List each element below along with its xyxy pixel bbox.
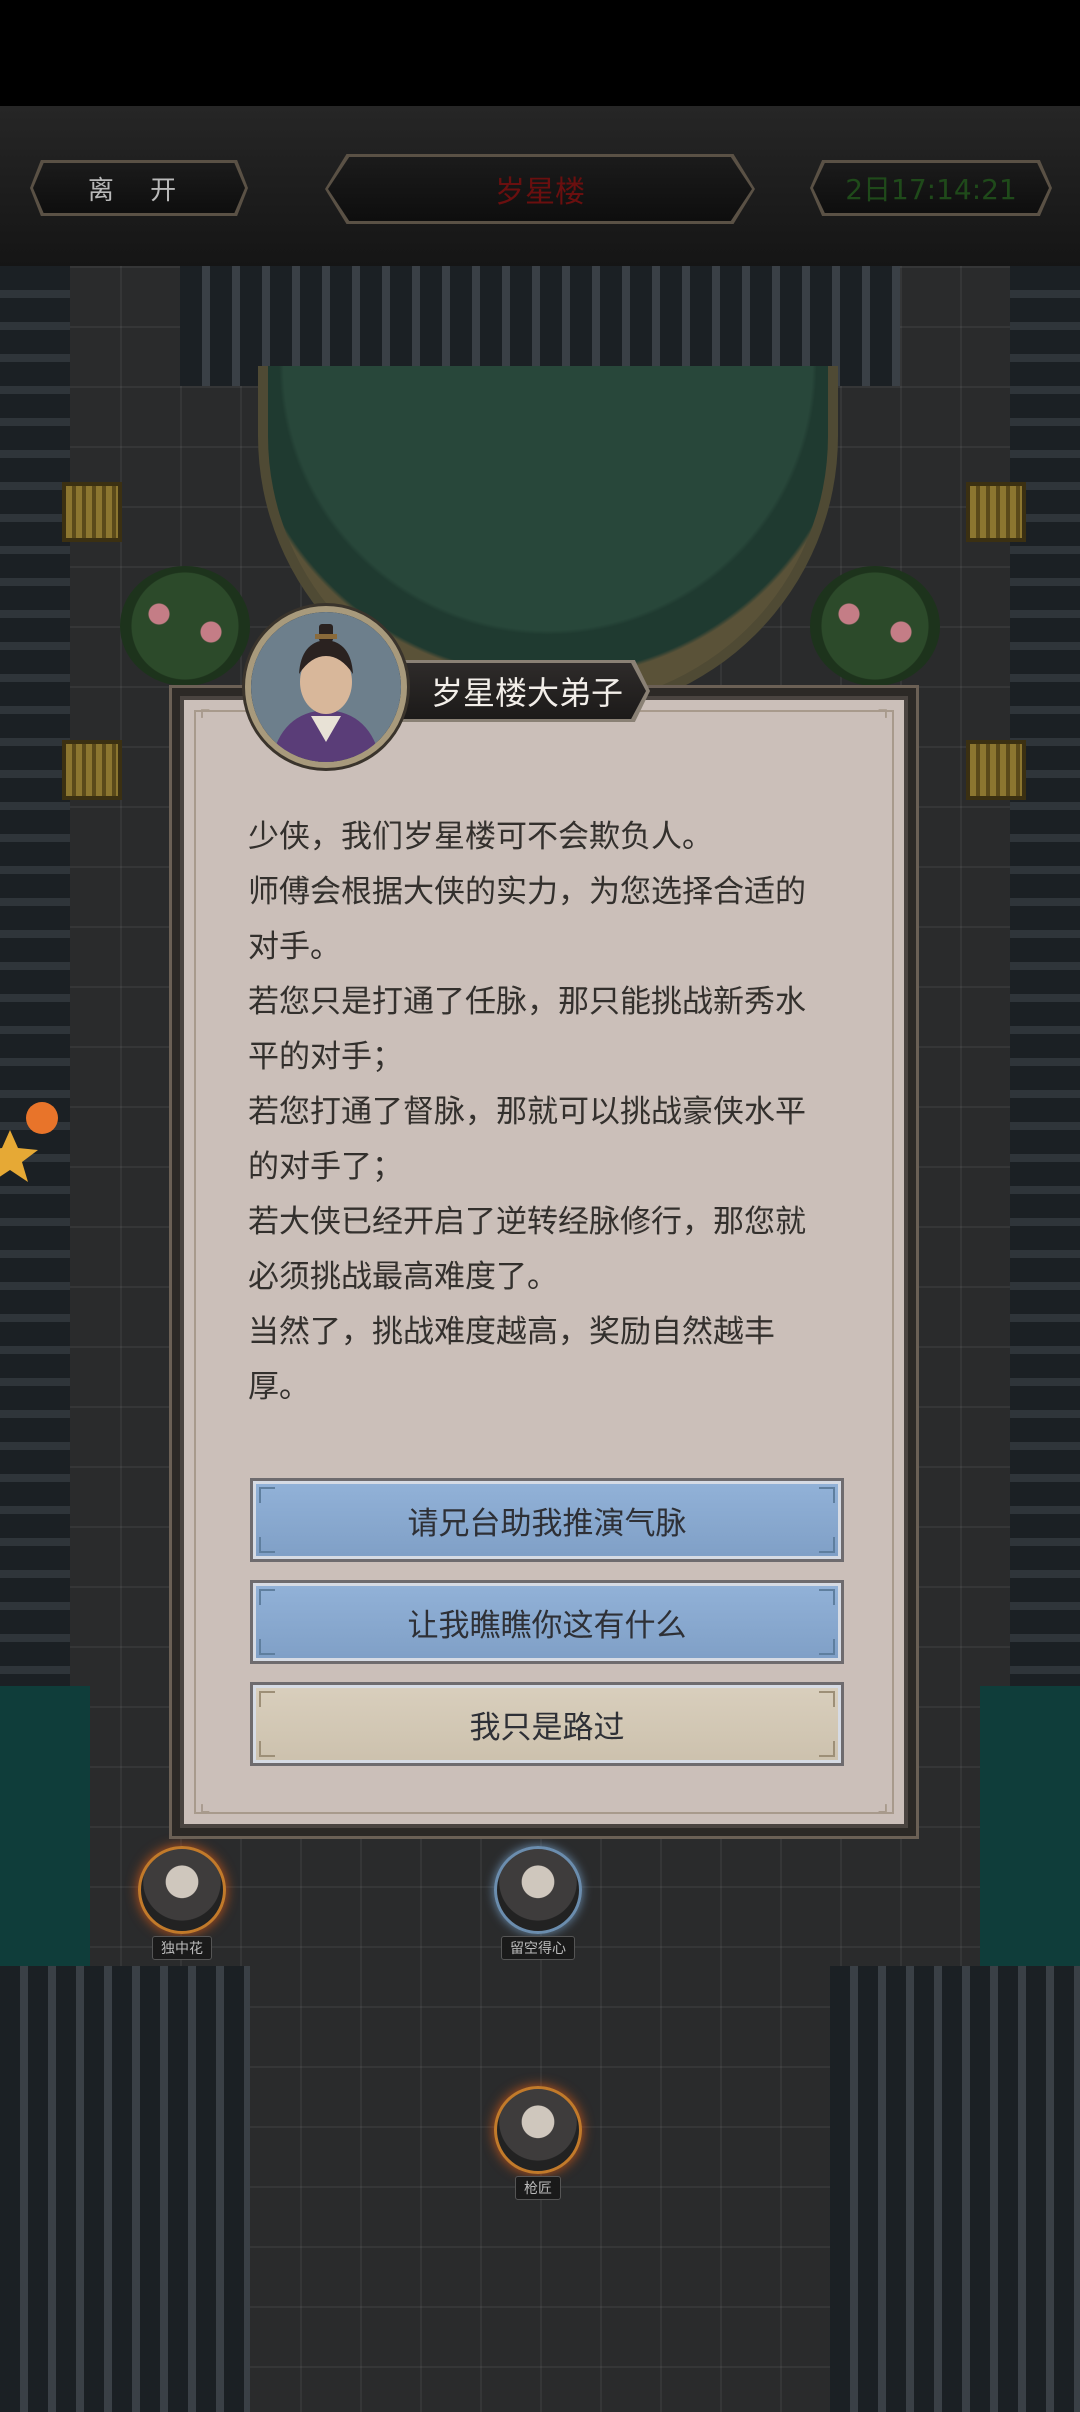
dialog-panel: ⌜ ⌝ ⌞ ⌟ 少侠，我们岁星楼可不会欺负人。 师傅会根据大侠的实力，为您选择合…	[180, 696, 908, 1828]
location-title-plate: 岁星楼	[325, 154, 755, 224]
bottom-roof	[830, 1966, 1080, 2412]
lantern-icon	[966, 482, 1026, 542]
lantern-icon	[62, 740, 122, 800]
choice-button-view-shop[interactable]: 让我瞧瞧你这有什么	[250, 1580, 844, 1664]
npc-portrait	[138, 1846, 226, 1934]
choice-button-deduce-meridian[interactable]: 请兄台助我推演气脉	[250, 1478, 844, 1562]
lantern-icon	[966, 740, 1026, 800]
leave-button[interactable]: 离 开	[30, 160, 248, 216]
choice-label: 让我瞧瞧你这有什么	[407, 1607, 687, 1644]
flower-bush	[120, 566, 250, 686]
corner-ornament: ⌟	[876, 1788, 890, 1818]
dialog-line: 若大侠已经开启了逆转经脉修行，那您就必须挑战最高难度了。	[248, 1204, 806, 1295]
dialog-line: 当然了，挑战难度越高，奖励自然越丰厚。	[248, 1314, 775, 1405]
npc-token[interactable]: 留空得心	[490, 1846, 586, 1960]
corner-ornament: ⌞	[198, 1788, 212, 1818]
flower-bush	[810, 566, 940, 686]
dialog-body: 少侠，我们岁星楼可不会欺负人。 师傅会根据大侠的实力，为您选择合适的对手。 若您…	[248, 810, 818, 1415]
choice-label: 请兄台助我推演气脉	[407, 1505, 687, 1542]
dialog-line: 少侠，我们岁星楼可不会欺负人。	[248, 819, 713, 855]
npc-name: 枪匠	[515, 2176, 561, 2200]
status-bar	[0, 0, 1080, 106]
dialog-line: 若您只是打通了任脉，那只能挑战新秀水平的对手；	[248, 984, 806, 1075]
dialog-line: 若您打通了督脉，那就可以挑战豪侠水平的对手了；	[248, 1094, 806, 1185]
dialog-line: 师傅会根据大侠的实力，为您选择合适的对手。	[248, 874, 806, 965]
timer-text: 2日17:14:21	[845, 173, 1017, 206]
corner-ornament: ⌝	[876, 706, 890, 736]
timer-plate: 2日17:14:21	[810, 160, 1052, 216]
pond	[0, 1686, 90, 1986]
npc-token[interactable]: 枪匠	[490, 2086, 586, 2200]
corner-ornament: ⌜	[198, 706, 212, 736]
choice-label: 我只是路过	[469, 1709, 625, 1746]
speaker-name: 岁星楼大弟子	[430, 674, 623, 712]
npc-name: 留空得心	[501, 1936, 575, 1960]
top-bar: 离 开 岁星楼 2日17:14:21	[0, 106, 1080, 269]
speaker-avatar	[245, 606, 407, 768]
bottom-roof	[0, 1966, 250, 2412]
location-title: 岁星楼	[495, 175, 585, 210]
npc-portrait	[494, 1846, 582, 1934]
leave-label: 离 开	[87, 175, 191, 206]
floating-star-icon[interactable]	[0, 1090, 60, 1190]
npc-portrait	[494, 2086, 582, 2174]
speaker-nameplate: 岁星楼大弟子	[398, 660, 650, 722]
lantern-icon	[62, 482, 122, 542]
npc-name: 独中花	[152, 1936, 212, 1960]
pond	[980, 1686, 1080, 1986]
npc-token[interactable]: 独中花	[134, 1846, 230, 1960]
choice-button-just-passing[interactable]: 我只是路过	[250, 1682, 844, 1766]
